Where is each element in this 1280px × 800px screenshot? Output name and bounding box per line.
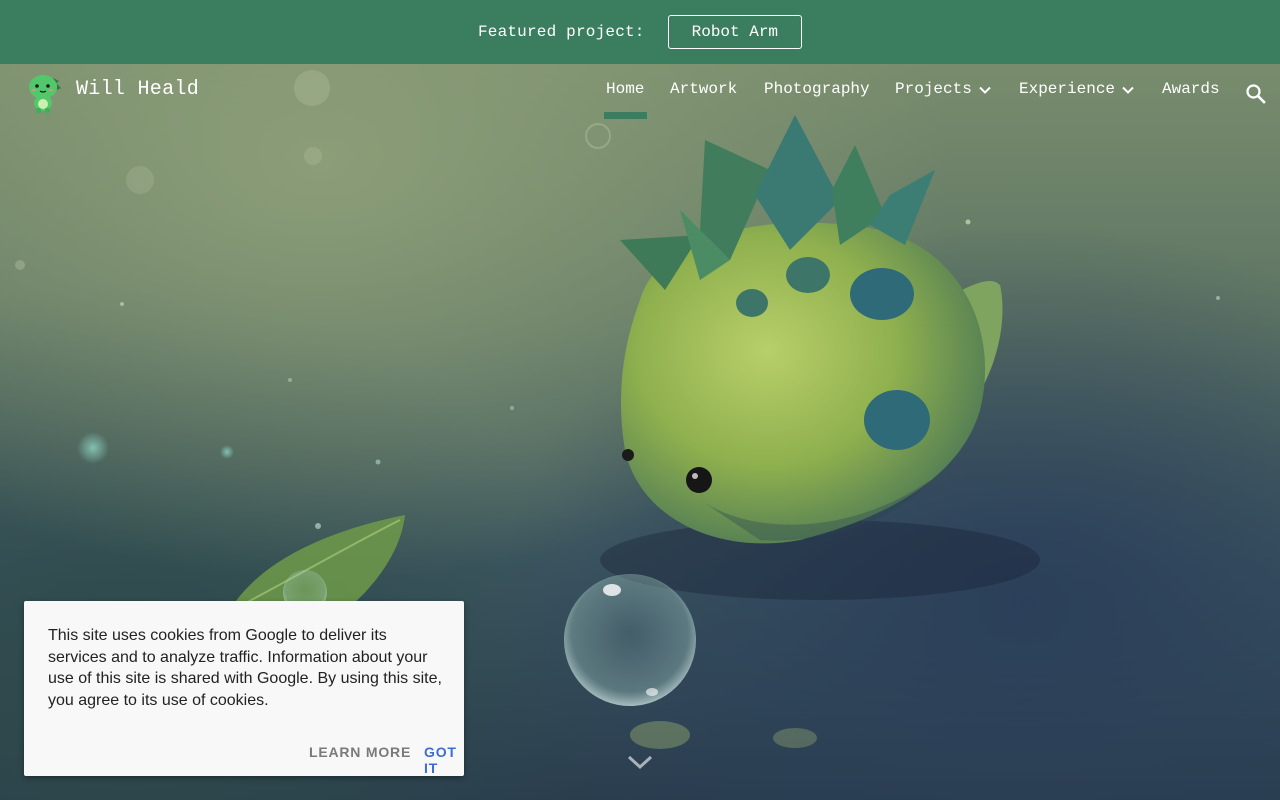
cookie-notice-dialog: This site uses cookies from Google to de…	[24, 601, 464, 776]
got-it-button[interactable]: GOT IT	[424, 744, 464, 776]
scroll-down-chevron-icon[interactable]	[626, 752, 654, 772]
dinosaur-illustration	[620, 115, 1003, 544]
announcement-banner: Featured project: Robot Arm	[0, 0, 1280, 64]
search-icon[interactable]	[1244, 82, 1268, 106]
nav-item-label: Awards	[1162, 80, 1220, 98]
learn-more-button[interactable]: LEARN MORE	[309, 744, 411, 760]
chevron-down-icon[interactable]	[1120, 82, 1136, 98]
site-title[interactable]: Will Heald	[76, 78, 199, 101]
nav-item-projects[interactable]: Projects	[895, 80, 993, 98]
water-bubble	[564, 574, 696, 706]
dinosaur-logo-icon[interactable]	[26, 72, 62, 114]
nav-item-label: Projects	[895, 80, 972, 98]
chevron-down-icon[interactable]	[977, 82, 993, 98]
site-header: Will Heald Home Artwork Photography Proj…	[0, 64, 1280, 120]
nav-active-indicator	[604, 112, 647, 119]
nav-item-label: Home	[606, 80, 645, 98]
nav-item-awards[interactable]: Awards	[1162, 80, 1220, 98]
nav-item-artwork[interactable]: Artwork	[670, 80, 737, 98]
cookie-notice-text: This site uses cookies from Google to de…	[48, 627, 442, 709]
nav-item-photography[interactable]: Photography	[764, 80, 870, 98]
nav-item-label: Photography	[764, 80, 870, 98]
nav-item-home[interactable]: Home	[606, 80, 644, 98]
banner-label: Featured project:	[477, 23, 645, 41]
nav-item-label: Experience	[1019, 80, 1116, 98]
nav-item-label: Artwork	[670, 80, 738, 98]
featured-project-button[interactable]: Robot Arm	[667, 15, 803, 49]
nav-item-experience[interactable]: Experience	[1019, 80, 1136, 98]
